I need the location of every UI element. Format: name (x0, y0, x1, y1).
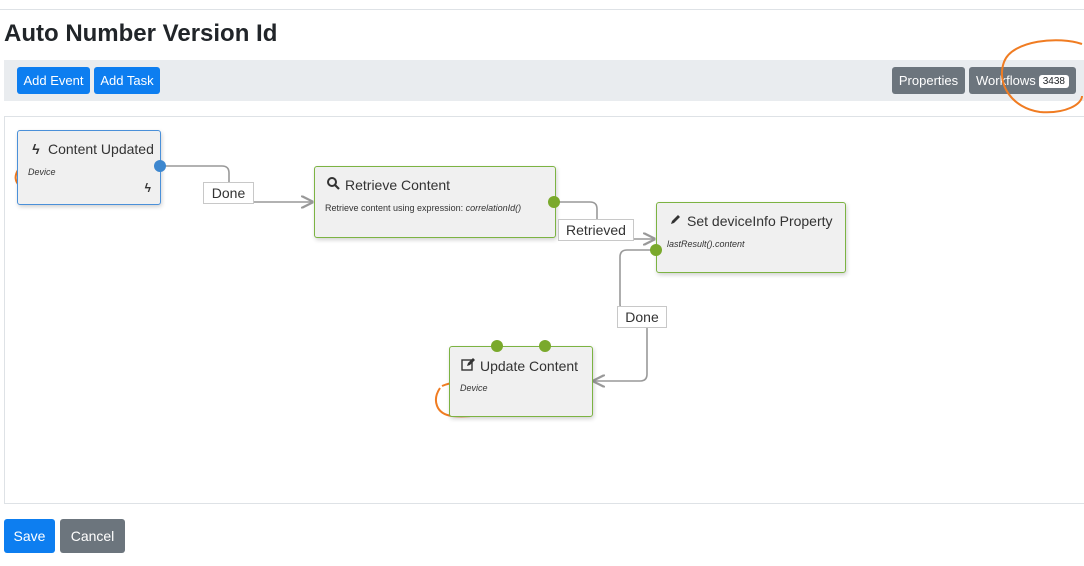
search-icon (325, 177, 341, 193)
workflow-connections (14, 39, 1083, 418)
edge-label-done[interactable]: Done (617, 306, 667, 328)
node-subtitle: lastResult().content (667, 239, 745, 249)
node-expression: correlationId() (465, 203, 522, 213)
edit-icon (460, 357, 476, 374)
output-connector[interactable] (154, 160, 166, 172)
node-title: Retrieve Content (345, 177, 451, 193)
edge-label-done[interactable]: Done (203, 182, 254, 204)
input-connector[interactable] (539, 340, 551, 352)
node-title: Content Updated (48, 141, 154, 157)
output-connector[interactable] (548, 196, 560, 208)
node-title: Update Content (480, 358, 579, 374)
annotation-circle-workflows (1001, 39, 1083, 114)
node-content-updated[interactable]: ϟ Content Updated Device ϟ (17, 130, 161, 205)
node-subtitle: Device (28, 167, 56, 177)
input-connector[interactable] (650, 244, 662, 256)
node-retrieve-content[interactable]: Retrieve Content Retrieve content using … (314, 166, 556, 238)
node-subtitle: Device (460, 383, 488, 393)
node-set-deviceinfo[interactable]: Set deviceInfo Property lastResult().con… (656, 202, 846, 273)
node-update-content[interactable]: Update Content Device (449, 346, 593, 417)
node-title: Set deviceInfo Property (687, 213, 833, 229)
cancel-button[interactable]: Cancel (60, 519, 125, 553)
save-button[interactable]: Save (4, 519, 55, 553)
bolt-icon: ϟ (32, 141, 40, 157)
pencil-icon (667, 213, 683, 229)
input-connector[interactable] (491, 340, 503, 352)
bolt-icon: ϟ (144, 181, 151, 195)
node-subtitle: Retrieve content using expression: (325, 203, 466, 213)
edge-label-retrieved[interactable]: Retrieved (558, 219, 634, 241)
